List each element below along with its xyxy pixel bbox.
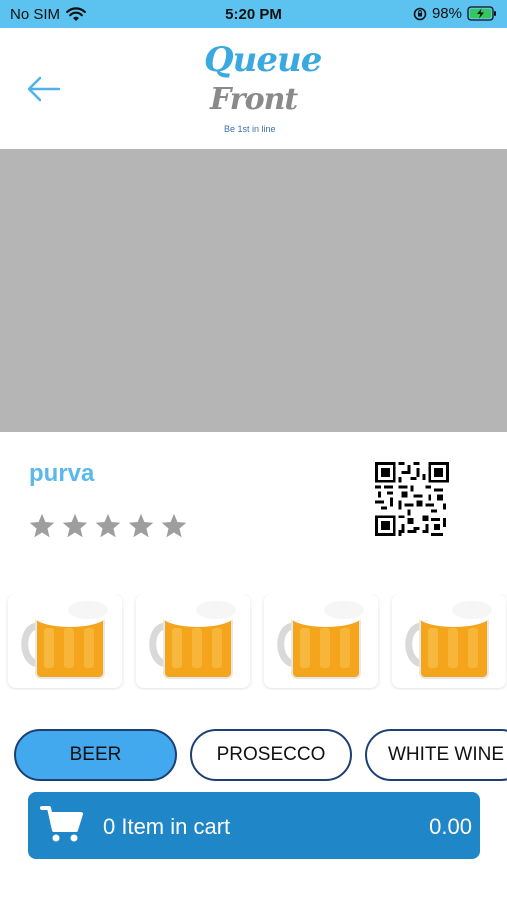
beer-mug-image — [149, 601, 236, 679]
battery-percent: 98% — [431, 5, 462, 22]
arrow-left-icon — [27, 76, 61, 102]
cart-item-count: 0 Item in cart — [103, 814, 231, 839]
app-header: Queue Front Be 1st in line — [0, 28, 507, 149]
logo-tagline: Be 1st in line — [224, 124, 276, 134]
cart-total: 0.00 — [429, 814, 472, 839]
product-carousel[interactable] — [0, 594, 507, 690]
orientation-lock-icon — [413, 7, 427, 20]
queuefront-logo: Queue Front Be 1st in line — [200, 38, 322, 143]
star-rating — [28, 512, 188, 540]
back-button[interactable] — [24, 72, 64, 106]
logo-line-1: Queue — [204, 40, 322, 80]
star-icon — [128, 513, 154, 538]
star-icon — [29, 513, 55, 538]
qr-code-icon[interactable] — [375, 462, 449, 536]
category-tab-beer[interactable]: BEER — [14, 729, 177, 781]
beer-mug-image — [405, 601, 492, 679]
status-right: 98% — [413, 5, 497, 22]
cart-bar[interactable]: 0 Item in cart 0.00 — [28, 792, 480, 859]
star-icon — [62, 513, 88, 538]
logo-line-2: Front — [210, 82, 298, 117]
star-icon — [161, 513, 187, 538]
product-card[interactable] — [136, 594, 250, 688]
beer-mug-image — [21, 601, 108, 679]
status-bar: No SIM 5:20 PM 98% — [0, 0, 507, 28]
venue-name: purva — [29, 460, 95, 487]
product-card[interactable] — [264, 594, 378, 688]
beer-mug-image — [277, 601, 364, 679]
category-tab-prosecco[interactable]: PROSECCO — [190, 729, 352, 781]
battery-charging-icon — [467, 6, 496, 21]
venue-banner-image — [0, 149, 507, 432]
cart-icon — [40, 806, 83, 842]
category-tab-white-wine[interactable]: WHITE WINE — [365, 729, 507, 781]
product-card[interactable] — [392, 594, 506, 688]
product-card[interactable] — [8, 594, 122, 688]
category-tabs: BEER PROSECCO WHITE WINE — [0, 729, 507, 783]
star-icon — [95, 513, 121, 538]
